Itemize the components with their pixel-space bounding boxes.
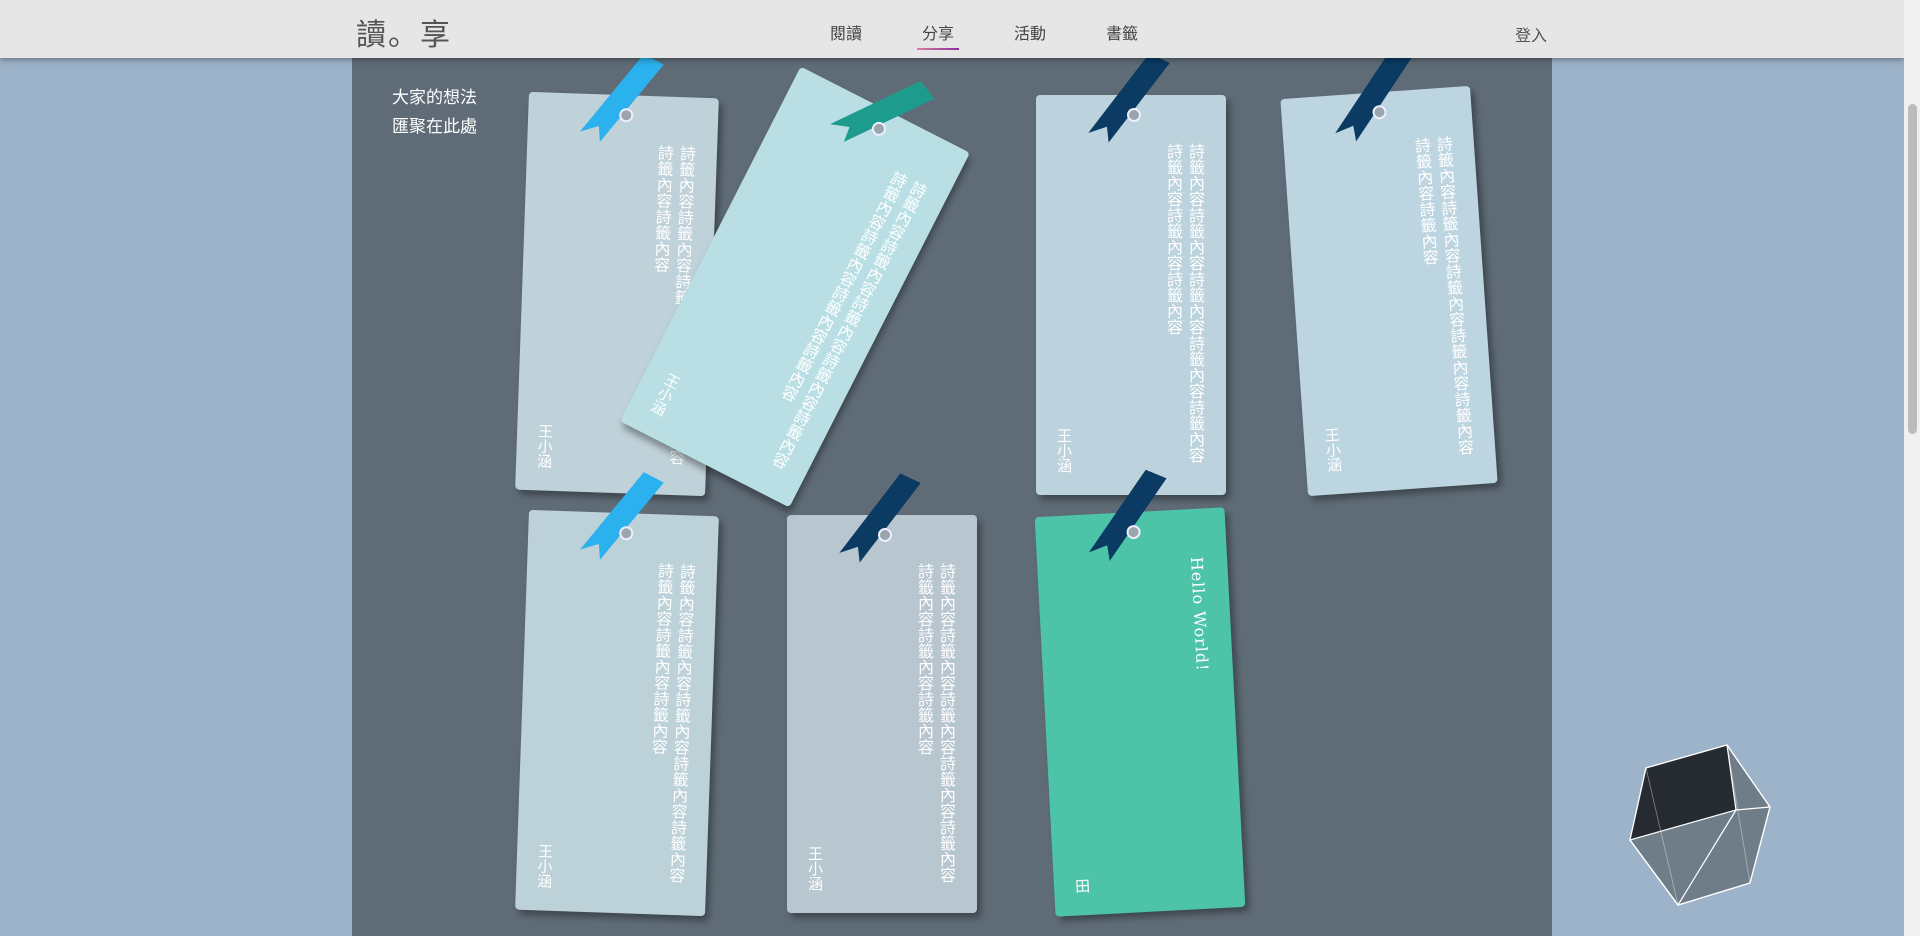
card-author: 王小涵 — [534, 843, 555, 889]
pin-hole-icon — [619, 107, 634, 123]
poem-card[interactable]: 詩籤內容詩籤內容詩籤內容詩籤內容詩籤內容詩籤內容詩籤內容 王小涵 — [1280, 86, 1498, 497]
login-link[interactable]: 登入 — [1515, 22, 1547, 46]
card-author: 王小涵 — [806, 846, 824, 891]
poem-card[interactable]: 詩籤內容詩籤內容詩籤內容詩籤內容詩籤內容詩籤內容詩籤內容詩籤內容 王小涵 — [787, 515, 977, 913]
poem-card[interactable]: 詩籤內容詩籤內容詩籤內容詩籤內容詩籤內容詩籤內容詩籤內容詩籤內容 王小涵 — [515, 510, 719, 917]
poem-card[interactable]: 詩籤內容詩籤內容詩籤內容詩籤內容詩籤內容詩籤內容詩籤內容詩籤內容 王小涵 — [1036, 95, 1226, 495]
page-scrollbar[interactable] — [1904, 0, 1920, 936]
brand-logo[interactable]: 讀。享 — [356, 10, 452, 54]
pin-hole-icon — [878, 528, 892, 542]
card-author: 王小涵 — [534, 423, 555, 469]
cube-icon[interactable] — [1620, 735, 1780, 915]
card-text: 詩籤內容詩籤內容詩籤內容詩籤內容詩籤內容詩籤內容詩籤內容 — [1411, 135, 1475, 456]
top-navbar: 讀。享 閱讀 分享 活動 書籤 登入 — [0, 0, 1904, 58]
scroll-thumb[interactable] — [1908, 104, 1917, 434]
card-author: 田 — [1072, 877, 1092, 894]
card-text: 詩籤內容詩籤內容詩籤內容詩籤內容詩籤內容詩籤內容詩籤內容詩籤內容 — [648, 562, 697, 884]
intro-line-2: 匯聚在此處 — [392, 117, 477, 137]
nav-item-bookmarks[interactable]: 書籤 — [1106, 20, 1138, 44]
pin-hole-icon — [1126, 524, 1141, 540]
pin-hole-icon — [1127, 108, 1141, 122]
card-text: 詩籤內容詩籤內容詩籤內容詩籤內容詩籤內容詩籤內容詩籤內容詩籤內容 — [915, 563, 956, 883]
card-text: Hello World! — [1186, 556, 1212, 672]
poem-card[interactable]: Hello World! 田 — [1034, 507, 1246, 917]
intro-text: 大家的想法 匯聚在此處 — [392, 84, 477, 142]
intro-line-1: 大家的想法 — [392, 88, 477, 108]
pin-hole-icon — [1372, 104, 1387, 120]
card-author: 王小涵 — [1055, 428, 1073, 473]
nav-item-read[interactable]: 閱讀 — [830, 20, 862, 44]
pin-hole-icon — [619, 525, 634, 541]
nav-item-share[interactable]: 分享 — [916, 20, 960, 50]
card-text: 詩籤內容詩籤內容詩籤內容詩籤內容詩籤內容詩籤內容詩籤內容詩籤內容 — [1164, 143, 1205, 463]
nav-item-events[interactable]: 活動 — [1014, 20, 1046, 44]
card-author: 王小涵 — [1322, 426, 1344, 473]
